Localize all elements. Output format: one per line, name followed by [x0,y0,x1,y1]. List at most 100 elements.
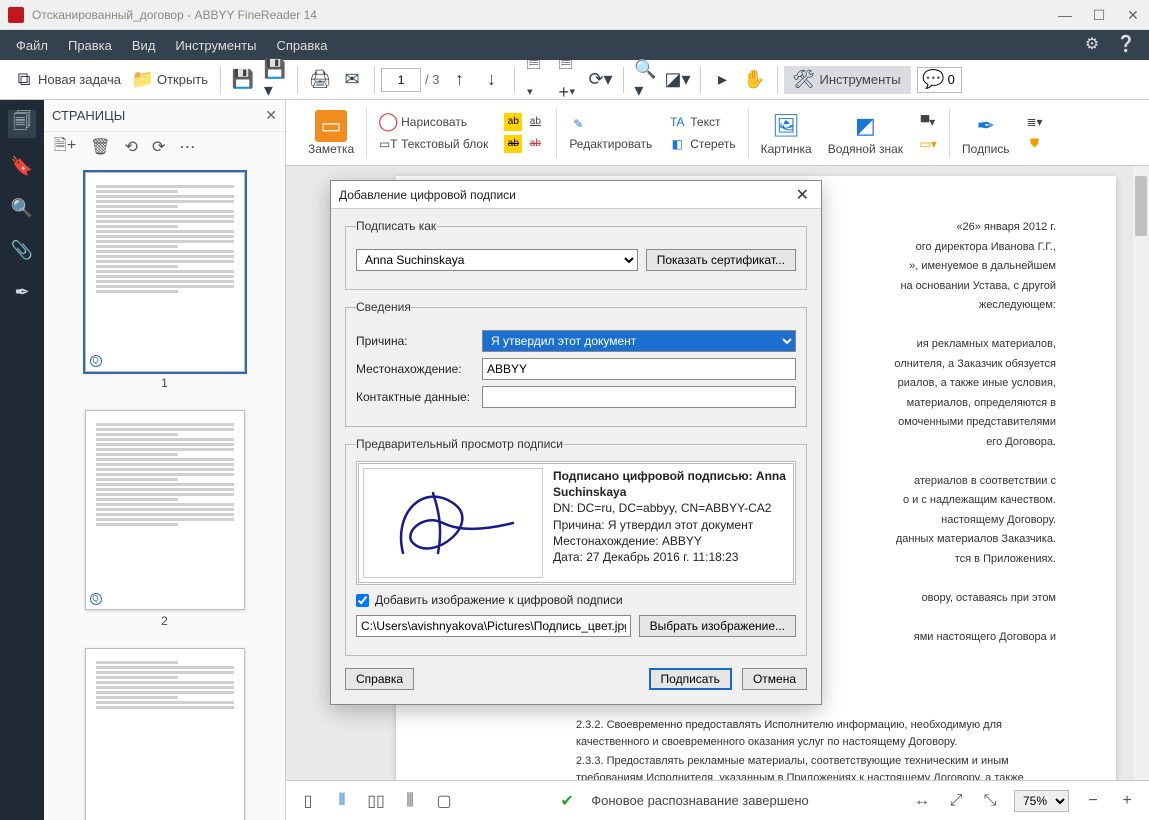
scrollbar-thumb[interactable] [1135,176,1147,236]
view-fullscreen-icon[interactable]: ▢ [434,791,454,811]
thumb-badge-icon: Q [90,593,102,605]
ribbon-text[interactable]: TAТекст [668,113,735,131]
location-input[interactable] [482,358,796,380]
ribbon-protect[interactable]: ⛊ [1026,135,1044,153]
page-more-icon[interactable]: ⋯ [179,137,195,157]
ribbon-background[interactable]: ▭▾ [919,135,937,153]
cancel-button[interactable]: Отмена [742,668,807,690]
fit-page-icon[interactable]: ⤢ [946,791,966,811]
ribbon-text-block[interactable]: ▭TТекстовый блок [379,135,488,153]
strike-highlight-icon[interactable]: ab [504,135,522,153]
page-rotate-left-icon[interactable]: ⟲ [125,137,138,157]
preview-location: Местонахождение: ABBYY [553,533,789,549]
rail-signatures[interactable]: ✒ [8,278,36,306]
ribbon-draw[interactable]: ◯Нарисовать [379,113,488,131]
view-single-icon[interactable]: ▯ [298,791,318,811]
signer-select[interactable]: Anna Suchinskaya [356,249,638,271]
rail-attachments[interactable]: 📎 [8,236,36,264]
vertical-scrollbar[interactable] [1133,166,1149,780]
page-thumb-2[interactable]: Q [85,410,245,610]
thumb-2-number: 2 [161,614,168,628]
digital-signature-dialog: Добавление цифровой подписи ✕ Подписать … [330,180,822,705]
zoom-in-icon[interactable]: + [1117,791,1137,811]
mail-button[interactable]: ✉ [336,66,368,94]
stamp-button[interactable]: ◪▾ [662,66,694,94]
menu-file[interactable]: Файл [6,32,58,59]
page-thumb-3[interactable] [85,648,245,820]
hand-button[interactable]: ✋ [739,66,771,94]
choose-image-button[interactable]: Выбрать изображение... [639,615,796,637]
image-path-input[interactable] [356,615,631,637]
menu-view[interactable]: Вид [122,32,166,59]
actual-size-icon[interactable]: ⤡ [980,791,1000,811]
page-add-icon[interactable]: 🗎+ [54,134,76,161]
ribbon-picture[interactable]: 🖼 Картинка [753,103,820,163]
save-as-button[interactable]: 💾▾ [259,66,291,94]
page-up-button[interactable]: ↑ [444,66,476,94]
maximize-button[interactable]: ☐ [1091,7,1107,23]
pages-panel-title: СТРАНИЦЫ [52,108,125,123]
highlight-icon[interactable]: ab [504,113,522,131]
dialog-help-button[interactable]: Справка [345,668,414,690]
pages-thumbnails: Q 1 Q 2 3 [44,162,285,820]
page-down-button[interactable]: ↓ [476,66,508,94]
ribbon-signature[interactable]: ✒ Подпись [954,103,1018,163]
new-task-button[interactable]: ⧉Новая задача [8,66,127,94]
dialog-close-icon[interactable]: ✕ [792,185,813,205]
gear-icon[interactable]: ⚙ [1079,32,1105,58]
add-blank-button[interactable]: 🗎+▾ [553,66,585,94]
zoom-select[interactable]: 75% [1014,790,1069,812]
ribbon-erase[interactable]: ◧Стереть [668,135,735,153]
menu-help[interactable]: Справка [266,32,337,59]
save-button[interactable]: 💾 [227,66,259,94]
reason-select[interactable]: Я утвердил этот документ [482,330,796,352]
rail-pages[interactable]: 🗐 [8,110,36,138]
help-icon[interactable]: ❔ [1113,32,1139,58]
rotate-button[interactable]: ⟳▾ [585,66,617,94]
rail-search[interactable]: 🔍 [8,194,36,222]
view-facing-icon[interactable]: ▯▯ [366,791,386,811]
ribbon-watermark[interactable]: ◩ Водяной знак [820,103,911,163]
thumb-1-number: 1 [161,376,168,390]
pages-panel-close[interactable]: ✕ [265,107,277,124]
menu-tools[interactable]: Инструменты [165,32,266,59]
show-certificate-button[interactable]: Показать сертификат... [646,249,796,271]
pages-panel-header: СТРАНИЦЫ ✕ [44,100,285,132]
zoom-out-icon[interactable]: − [1083,791,1103,811]
new-task-label: Новая задача [38,72,121,87]
add-page-button[interactable]: 🗎▾ [521,66,553,94]
rail-bookmarks[interactable]: 🔖 [8,152,36,180]
tools-panel-button[interactable]: 🛠Инструменты [784,66,911,94]
page-rotate-right-icon[interactable]: ⟳ [152,137,165,157]
contact-input[interactable] [482,386,796,408]
comments-counter[interactable]: 💬0 [917,67,962,93]
ribbon-arrange[interactable]: ≣▾ [1026,113,1044,131]
pointer-button[interactable]: ▸ [707,66,739,94]
menu-edit[interactable]: Правка [58,32,122,59]
strike-icon[interactable]: ab [526,135,544,153]
page-delete-icon[interactable]: 🗑 [90,137,110,157]
sign-button[interactable]: Подписать [649,668,732,690]
close-button[interactable]: ✕ [1125,7,1141,23]
fit-width-icon[interactable]: ↔ [912,791,932,811]
window-titlebar: Отсканированный_договор - ABBYY FineRead… [0,0,1149,30]
ribbon-text-block-label: Текстовый блок [401,137,488,151]
minimize-button[interactable]: — [1057,7,1073,23]
page-number-input[interactable] [381,68,421,92]
note-icon: ▭ [315,110,347,142]
ribbon-header-footer[interactable]: ▀▾ [919,113,937,131]
find-button[interactable]: 🔍▾ [630,66,662,94]
open-button[interactable]: 📁Открыть [127,66,214,94]
view-book-icon[interactable]: ⫼ [400,791,420,811]
draw-icon: ◯ [379,113,397,131]
page-thumb-1[interactable]: Q [85,172,245,372]
view-continuous-icon[interactable]: ⫴ [332,791,352,811]
ribbon-note[interactable]: ▭ Заметка [300,103,362,163]
print-button[interactable]: 🖨 [304,66,336,94]
underline-icon[interactable]: ab [526,113,544,131]
ribbon-edit[interactable]: ✎ [569,115,652,133]
wrench-icon: 🛠 [794,70,814,90]
edit-icon: ✎ [569,115,587,133]
group-sign-as-label: Подписать как [356,219,436,233]
add-image-checkbox[interactable] [356,594,369,607]
